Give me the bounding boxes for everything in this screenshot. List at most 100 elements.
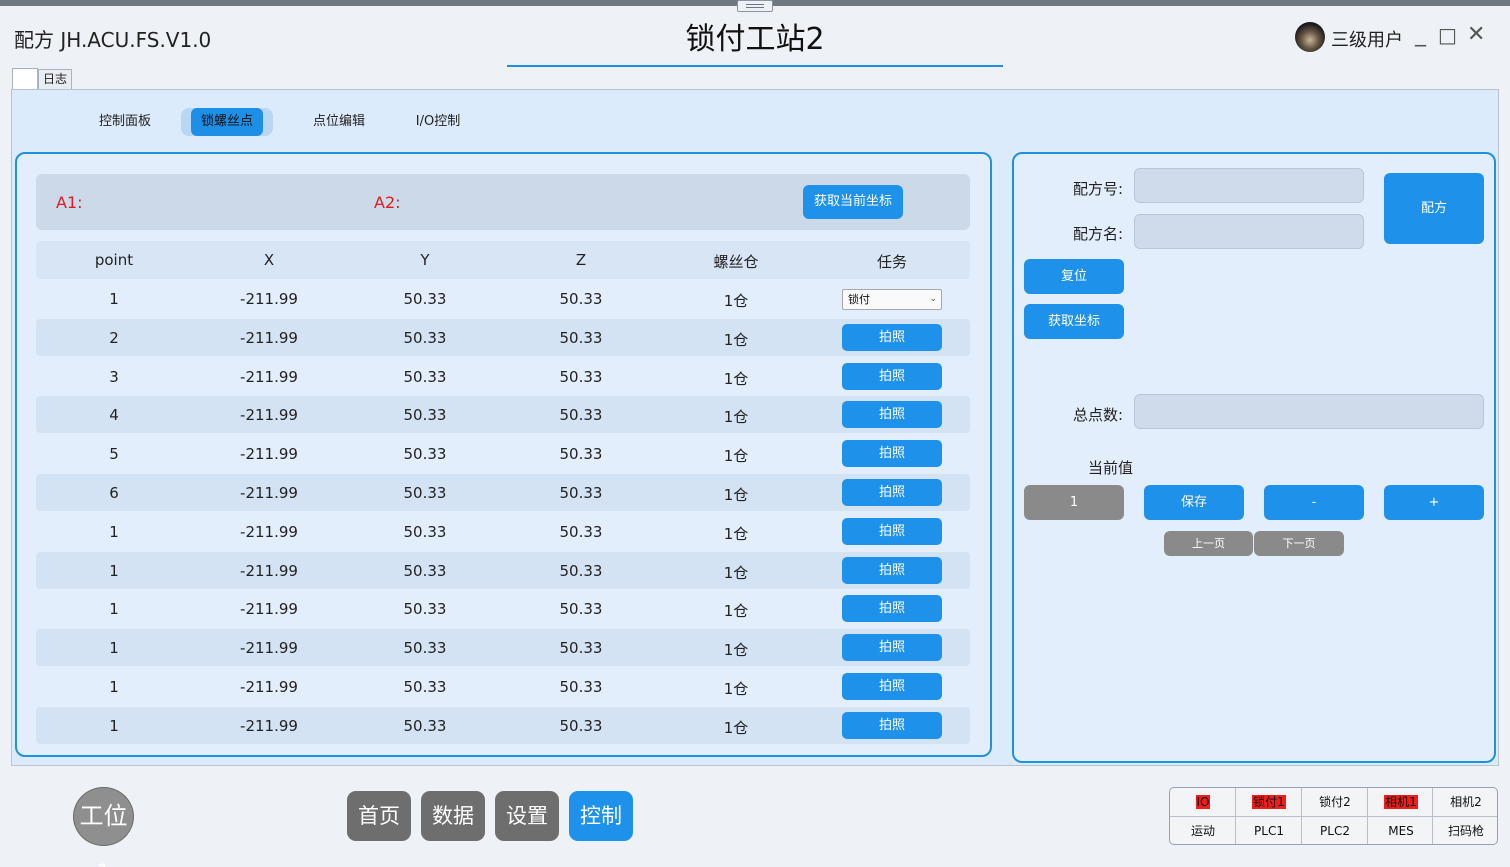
cell-point: 5 [109, 445, 119, 463]
user-level-label[interactable]: 三级用户 [1331, 26, 1403, 52]
cell-x: -211.99 [240, 445, 298, 463]
cell-x: -211.99 [240, 639, 298, 657]
recipe-button[interactable]: 配方 [1384, 173, 1484, 244]
cell-z: 50.33 [559, 639, 603, 657]
status-indicator: 锁付2 [1302, 788, 1368, 817]
prev-page-button[interactable]: 上一页 [1164, 531, 1253, 556]
cell-x: -211.99 [240, 484, 298, 502]
cell-x: -211.99 [240, 678, 298, 696]
cell-screw-bin: 1仓 [723, 641, 749, 659]
cell-z: 50.33 [559, 600, 603, 618]
cell-point: 1 [109, 600, 119, 618]
a2-label: A2: [374, 193, 401, 212]
station-badge[interactable]: 工位1 [73, 787, 134, 867]
status-indicator: 相机2 [1433, 788, 1499, 817]
photo-button[interactable]: 拍照 [842, 518, 942, 545]
total-points-input[interactable] [1134, 394, 1484, 429]
photo-button[interactable]: 拍照 [842, 479, 942, 506]
recipe-name-input[interactable] [1134, 214, 1364, 249]
header-point: point [94, 251, 134, 269]
status-indicator-label: 相机1 [1384, 795, 1418, 809]
status-device-label: 扫码枪 [1447, 824, 1484, 838]
table-row [36, 358, 970, 395]
minimize-icon[interactable]: _ [1415, 24, 1426, 46]
cell-z: 50.33 [559, 290, 603, 308]
cell-screw-bin: 1仓 [723, 370, 749, 388]
table-row [36, 435, 970, 472]
cell-point: 3 [109, 368, 119, 386]
photo-button[interactable]: 拍照 [842, 363, 942, 390]
status-indicator: 锁付1 [1236, 788, 1302, 817]
photo-button[interactable]: 拍照 [842, 595, 942, 622]
table-row [36, 668, 970, 705]
status-indicator-label: IO [1195, 795, 1211, 809]
reset-button[interactable]: 复位 [1024, 259, 1124, 294]
app-title: 配方 JH.ACU.FS.V1.0 [14, 28, 212, 52]
tab-blank[interactable] [12, 68, 38, 90]
cell-y: 50.33 [403, 523, 447, 541]
status-indicator: 相机1 [1368, 788, 1434, 817]
nav-control-button[interactable]: 控制 [569, 791, 633, 841]
cell-point: 4 [109, 406, 119, 424]
table-row [36, 629, 970, 666]
tab-log[interactable]: 日志 [38, 69, 72, 89]
table-row [36, 319, 970, 356]
increment-button[interactable]: + [1384, 485, 1484, 520]
cell-screw-bin: 1仓 [723, 602, 749, 620]
status-device-label: 运动 [1190, 824, 1215, 838]
photo-button[interactable]: 拍照 [842, 634, 942, 661]
decrement-button[interactable]: - [1264, 485, 1364, 520]
close-icon[interactable]: ✕ [1467, 24, 1485, 46]
cell-z: 50.33 [559, 445, 603, 463]
maximize-icon[interactable]: □ [1438, 24, 1457, 46]
cell-x: -211.99 [240, 368, 298, 386]
subtab-screw-points-label: 锁螺丝点 [190, 108, 263, 136]
cell-y: 50.33 [403, 329, 447, 347]
chevron-down-icon: ⌄ [929, 294, 937, 304]
photo-button[interactable]: 拍照 [842, 401, 942, 428]
cell-point: 6 [109, 484, 119, 502]
cell-x: -211.99 [240, 562, 298, 580]
nav-data-button[interactable]: 数据 [421, 791, 485, 841]
cell-y: 50.33 [403, 717, 447, 735]
cell-screw-bin: 1仓 [723, 486, 749, 504]
subtab-io-control[interactable]: I/O控制 [408, 108, 468, 136]
current-value-label: 当前值 [1088, 459, 1134, 477]
subtab-point-edit[interactable]: 点位编辑 [306, 108, 372, 136]
subtab-screw-points[interactable]: 锁螺丝点 [181, 108, 273, 136]
cell-point: 1 [109, 562, 119, 580]
photo-button[interactable]: 拍照 [842, 673, 942, 700]
cell-screw-bin: 1仓 [723, 680, 749, 698]
cell-z: 50.33 [559, 562, 603, 580]
save-button[interactable]: 保存 [1144, 485, 1244, 520]
cell-x: -211.99 [240, 717, 298, 735]
cell-y: 50.33 [403, 600, 447, 618]
status-device-label: MES [1388, 824, 1414, 838]
nav-settings-button[interactable]: 设置 [495, 791, 559, 841]
photo-button[interactable]: 拍照 [842, 324, 942, 351]
cell-z: 50.33 [559, 678, 603, 696]
nav-home-button[interactable]: 首页 [347, 791, 411, 841]
cell-x: -211.99 [240, 406, 298, 424]
photo-button[interactable]: 拍照 [842, 440, 942, 467]
get-current-coordinate-button[interactable]: 获取当前坐标 [803, 185, 903, 219]
status-indicator-label: 相机2 [1450, 795, 1482, 809]
cell-screw-bin: 1仓 [723, 525, 749, 543]
user-avatar-icon[interactable] [1295, 22, 1325, 52]
cell-screw-bin: 1仓 [723, 408, 749, 426]
table-header [36, 241, 970, 279]
get-coordinate-button[interactable]: 获取坐标 [1024, 304, 1124, 339]
subtab-control-panel[interactable]: 控制面板 [92, 108, 158, 136]
task-select[interactable]: 锁付 ⌄ [842, 289, 942, 310]
next-page-button[interactable]: 下一页 [1254, 531, 1344, 556]
cell-y: 50.33 [403, 484, 447, 502]
status-device-label: PLC1 [1254, 824, 1284, 838]
photo-button[interactable]: 拍照 [842, 712, 942, 739]
photo-button[interactable]: 拍照 [842, 557, 942, 584]
drag-handle[interactable] [737, 0, 773, 12]
recipe-no-input[interactable] [1134, 168, 1364, 203]
cell-y: 50.33 [403, 562, 447, 580]
station-title: 锁付工站2 [685, 22, 825, 57]
table-row [36, 513, 970, 550]
status-indicator-label: 锁付2 [1319, 795, 1351, 809]
